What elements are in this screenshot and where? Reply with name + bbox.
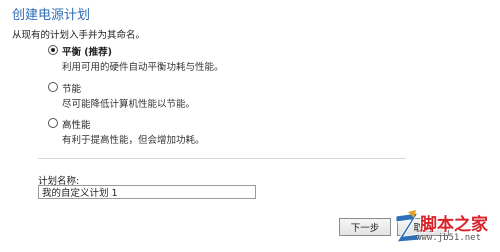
option-high-performance-label: 高性能 [62,120,91,131]
option-balanced-label: 平衡 (推荐) [62,47,112,58]
radio-power-saver[interactable] [48,82,58,92]
option-power-saver-label: 节能 [62,84,82,95]
radio-high-performance[interactable] [48,118,58,128]
page-title: 创建电源计划 [12,8,91,23]
plan-name-input[interactable] [38,185,256,199]
option-high-performance-description: 有利于提高性能，但会增加功耗。 [62,135,205,146]
watermark: 脚本之家 www.jb51.net [394,208,498,250]
next-button[interactable]: 下一步 [339,218,391,236]
instruction-text: 从现有的计划入手并为其命名。 [12,30,146,41]
radio-balanced[interactable] [48,45,58,55]
separator [38,158,406,159]
option-power-saver-description: 尽可能降低计算机性能以节能。 [62,99,196,110]
option-balanced-description: 利用可用的硬件自动平衡功耗与性能。 [62,62,224,73]
watermark-url: www.jb51.net [416,233,482,243]
watermark-text: 脚本之家 [420,215,488,235]
